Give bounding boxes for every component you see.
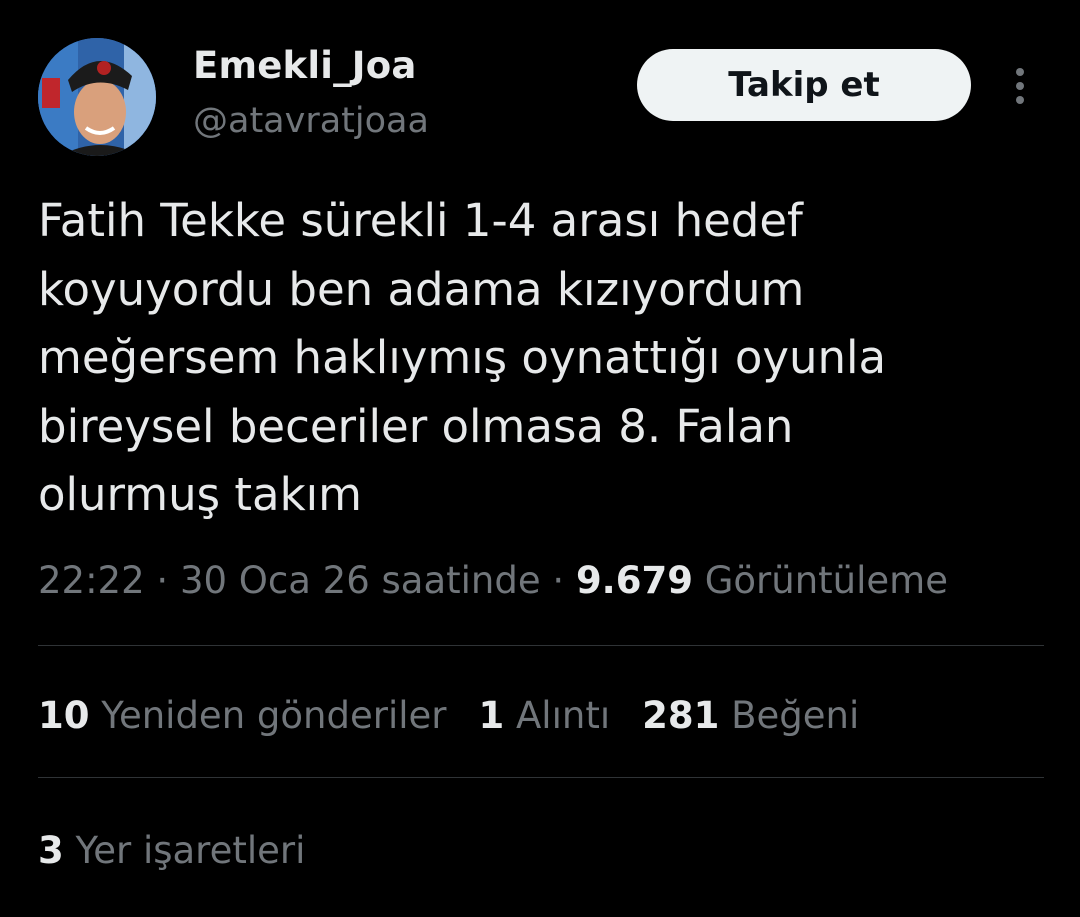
meta-separator: · (540, 559, 576, 602)
likes-label: Beğeni (731, 694, 860, 737)
views-count: 9.679 (575, 559, 693, 602)
tweet-time[interactable]: 22:22 (38, 559, 145, 602)
author-display-name[interactable]: Emekli_Joa (193, 44, 417, 87)
likes-count: 281 (642, 694, 720, 737)
engagement-stats: 10 Yeniden gönderiler 1 Alıntı 281 Beğen… (38, 688, 859, 744)
bookmarks-label: Yer işaretleri (75, 829, 306, 872)
bookmarks-count: 3 (38, 829, 64, 872)
quotes-count: 1 (478, 694, 505, 737)
tweet-detail: Emekli_Joa @atavratjoaa Takip et Fatih T… (0, 0, 1080, 917)
divider (38, 645, 1044, 646)
tweet-text: Fatih Tekke sürekli 1-4 arası hedef koyu… (38, 187, 1048, 530)
follow-button-label: Takip et (728, 65, 880, 105)
more-dot-middle (1016, 82, 1024, 90)
bookmarks-stat[interactable]: 3 Yer işaretleri (38, 823, 305, 879)
tweet-text-line: olurmuş takım (38, 468, 362, 521)
reposts-stat[interactable]: 10 Yeniden gönderiler (38, 688, 446, 744)
tweet-text-line: Fatih Tekke sürekli 1-4 arası hedef (38, 194, 803, 247)
quotes-stat[interactable]: 1 Alıntı (478, 688, 610, 744)
follow-button[interactable]: Takip et (637, 49, 971, 121)
author-handle[interactable]: @atavratjoaa (193, 101, 429, 141)
more-dot-bottom (1016, 96, 1024, 104)
reposts-count: 10 (38, 694, 90, 737)
meta-separator: · (144, 559, 180, 602)
tweet-text-line: bireysel beceriler olmasa 8. Falan (38, 399, 794, 453)
tweet-text-line: koyuyordu ben adama kızıyordum (38, 262, 805, 316)
reposts-label: Yeniden gönderiler (101, 694, 447, 737)
tweet-text-line: meğersem haklıymış oynattığı oyunla (38, 331, 887, 384)
avatar[interactable] (38, 38, 156, 156)
views-label: Görüntüleme (704, 559, 948, 602)
tweet-metadata: 22:22 · 30 Oca 26 saatinde · 9.679 Görün… (38, 553, 948, 609)
divider (38, 777, 1044, 778)
likes-stat[interactable]: 281 Beğeni (642, 688, 859, 744)
avatar-image (38, 38, 156, 156)
tweet-date[interactable]: 30 Oca 26 saatinde (180, 559, 541, 602)
more-dot-top (1016, 68, 1024, 76)
more-vertical-icon[interactable] (1000, 64, 1040, 108)
quotes-label: Alıntı (516, 694, 611, 737)
